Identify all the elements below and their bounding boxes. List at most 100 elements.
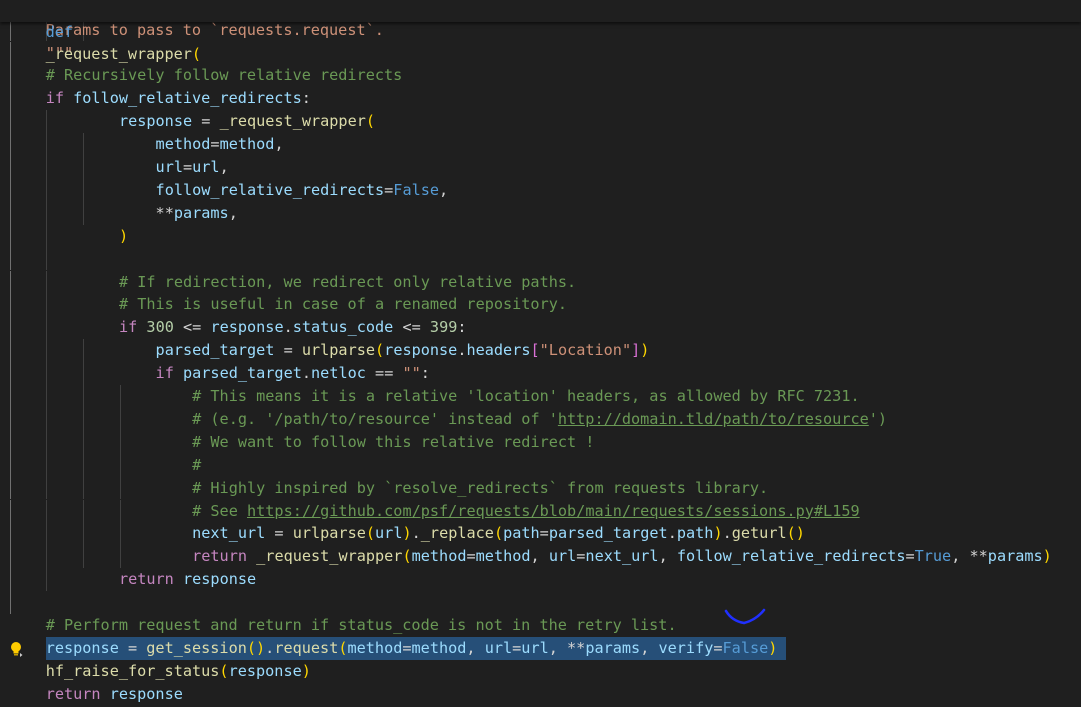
code-text: **params,: [82, 202, 238, 225]
code-token: ): [768, 638, 778, 657]
code-text: if 300 <= response.status_code <= 399:: [82, 316, 467, 339]
code-token: # This means it is a relative 'location'…: [192, 387, 860, 405]
indent-guide: [46, 110, 47, 134]
code-text: # This means it is a relative 'location'…: [82, 385, 860, 408]
code-line[interactable]: # This is useful in case of a renamed re…: [0, 293, 1081, 317]
code-line[interactable]: # (e.g. '/path/to/resource' instead of '…: [0, 407, 1081, 431]
checkmark-annotation: [724, 608, 766, 625]
code-token: # Perform request and return if status_c…: [45, 616, 677, 634]
code-line[interactable]: [0, 591, 1081, 614]
sticky-scroll-header[interactable]: def _request_wrapper(: [0, 0, 1081, 63]
code-text: # This is useful in case of a renamed re…: [82, 293, 567, 316]
code-token: :: [420, 364, 430, 383]
code-token: ,: [274, 135, 284, 154]
indent-guide: [46, 407, 47, 431]
code-text: return _request_wrapper(method=method, u…: [82, 545, 1052, 568]
code-line[interactable]: # Perform request and return if status_c…: [0, 614, 1081, 637]
code-token: path: [503, 524, 540, 543]
code-line[interactable]: response = get_session().request(method=…: [0, 636, 1081, 660]
code-token: False: [722, 638, 769, 657]
code-token: (: [365, 112, 376, 131]
code-token: method: [219, 135, 275, 154]
code-line[interactable]: parsed_target = urlparse(response.header…: [0, 339, 1081, 363]
code-line[interactable]: response = _request_wrapper(: [0, 110, 1081, 134]
code-token: params: [173, 203, 229, 222]
code-text: # See https://github.com/psf/requests/bl…: [82, 500, 860, 523]
code-token: path: [676, 524, 714, 543]
code-line[interactable]: if parsed_target.netloc == "":: [0, 362, 1081, 385]
code-line[interactable]: **params,: [0, 201, 1081, 225]
code-line[interactable]: return response: [0, 683, 1081, 706]
code-token: status_code: [292, 318, 394, 337]
indent-guide: [10, 133, 11, 156]
code-token: #: [192, 455, 202, 474]
code-token: .: [722, 524, 732, 543]
code-token: "Location": [539, 341, 632, 360]
code-text: return response: [82, 568, 256, 591]
code-text: hf_raise_for_status(response): [46, 660, 311, 683]
indent-guide: [10, 339, 11, 363]
code-token: url: [548, 547, 577, 566]
code-token: # If redirection, we redirect only relat…: [118, 272, 577, 291]
code-token: follow_relative_redirects: [676, 547, 906, 566]
code-line[interactable]: url=url,: [0, 156, 1081, 179]
code-line[interactable]: # See https://github.com/psf/requests/bl…: [0, 499, 1081, 523]
code-line[interactable]: ): [0, 224, 1081, 248]
code-token: =: [539, 524, 549, 543]
lightbulb-icon[interactable]: [10, 641, 24, 657]
code-token: <=: [173, 318, 211, 337]
indent-guide: [46, 453, 47, 477]
code-token: url: [192, 158, 220, 176]
code-token: =: [210, 135, 220, 154]
code-token: ,: [658, 547, 677, 566]
code-token: =: [905, 547, 915, 566]
code-line[interactable]: follow_relative_redirects=False,: [0, 178, 1081, 202]
code-line[interactable]: if 300 <= response.status_code <= 399:: [0, 316, 1081, 340]
code-token: **: [155, 203, 174, 222]
code-token: (: [338, 638, 348, 657]
code-line[interactable]: next_url = urlparse(url)._replace(path=p…: [0, 522, 1081, 546]
code-line[interactable]: # This means it is a relative 'location'…: [0, 385, 1081, 408]
code-line[interactable]: method=method,: [0, 133, 1081, 156]
code-text: # Perform request and return if status_c…: [46, 614, 677, 637]
code-line[interactable]: #: [0, 453, 1081, 477]
code-line[interactable]: return _request_wrapper(method=method, u…: [0, 545, 1081, 569]
indent-guide: [46, 385, 47, 408]
code-line[interactable]: if follow_relative_redirects:: [0, 87, 1081, 111]
code-token: response: [109, 684, 183, 703]
code-line[interactable]: hf_raise_for_status(response): [0, 660, 1081, 683]
indent-guide: [46, 499, 47, 523]
code-line[interactable]: [0, 247, 1081, 271]
code-token: .: [667, 524, 677, 543]
code-token: =: [182, 158, 193, 176]
code-editor[interactable]: Params to pass to `requests.request`. """…: [0, 0, 1081, 707]
code-line[interactable]: # Highly inspired by `resolve_redirects`…: [0, 476, 1081, 500]
code-token: (: [219, 661, 229, 680]
code-token: ): [1042, 547, 1052, 566]
code-token: =: [466, 547, 476, 566]
code-token: https://github.com/psf/requests/blob/mai…: [247, 501, 860, 520]
code-line[interactable]: return response: [0, 568, 1081, 592]
code-token: method: [475, 547, 531, 566]
code-text: if follow_relative_redirects:: [46, 87, 311, 110]
code-token: [: [530, 341, 540, 360]
indent-guide: [10, 522, 11, 546]
code-line[interactable]: # If redirection, we redirect only relat…: [0, 270, 1081, 294]
indent-guide: [10, 453, 11, 477]
code-token: hf_raise_for_status: [45, 661, 220, 680]
code-token: ): [713, 524, 723, 543]
code-line[interactable]: # We want to follow this relative redire…: [0, 430, 1081, 454]
indent-guide: [46, 476, 47, 500]
code-token: ): [301, 661, 311, 680]
indent-guide: [46, 133, 47, 156]
indent-guide: [46, 430, 47, 454]
